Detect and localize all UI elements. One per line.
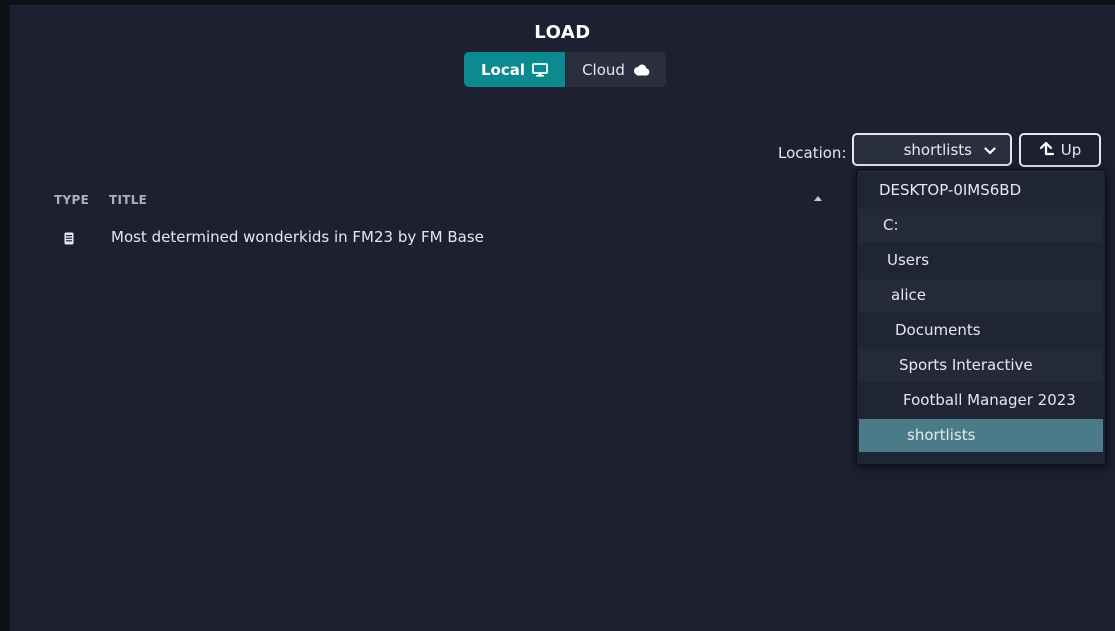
up-button-label: Up [1061, 141, 1082, 159]
location-option-users[interactable]: Users [859, 244, 1103, 277]
location-dropdown-menu: DESKTOP-0IMS6BD C: Users alice Documents… [856, 169, 1106, 465]
location-option-documents[interactable]: Documents [859, 314, 1103, 347]
table-row[interactable]: Most determined wonderkids in FM23 by FM… [54, 224, 844, 250]
location-option-shortlists[interactable]: shortlists [859, 419, 1103, 452]
column-header-title[interactable]: TITLE [109, 193, 147, 207]
dialog-title: LOAD [10, 22, 1115, 43]
source-toggle: Local Cloud [464, 52, 666, 87]
location-option-drive[interactable]: C: [859, 209, 1103, 242]
up-button[interactable]: Up [1019, 133, 1101, 167]
tab-cloud[interactable]: Cloud [565, 52, 666, 87]
load-dialog: LOAD Local Cloud [10, 5, 1115, 631]
monitor-icon [532, 63, 548, 77]
tab-cloud-label: Cloud [582, 61, 625, 79]
column-header-type[interactable]: TYPE [54, 193, 89, 207]
location-dropdown[interactable]: shortlists [852, 133, 1012, 166]
tab-local[interactable]: Local [464, 52, 565, 87]
tab-local-label: Local [481, 61, 525, 79]
location-option-football-manager[interactable]: Football Manager 2023 [859, 384, 1103, 417]
row-title: Most determined wonderkids in FM23 by FM… [111, 228, 484, 246]
location-selected-value: shortlists [904, 141, 972, 159]
location-option-sports-interactive[interactable]: Sports Interactive [859, 349, 1103, 382]
document-icon [64, 230, 74, 249]
location-option-desktop[interactable]: DESKTOP-0IMS6BD [859, 174, 1103, 207]
cloud-icon [632, 64, 650, 76]
sort-ascending-icon[interactable] [814, 196, 822, 201]
location-label: Location: [778, 144, 847, 162]
chevron-down-icon [984, 141, 996, 159]
arrow-up-icon [1039, 141, 1055, 160]
location-option-alice[interactable]: alice [859, 279, 1103, 312]
